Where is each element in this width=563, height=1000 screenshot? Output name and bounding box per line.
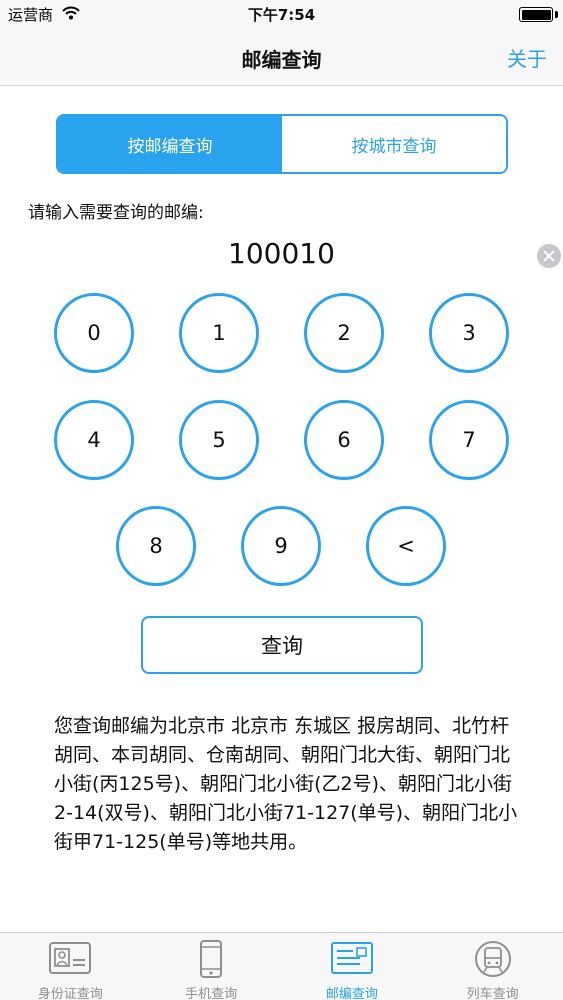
about-button[interactable]: 关于 xyxy=(507,43,547,72)
tab-phone-query[interactable]: 手机查询 xyxy=(141,933,282,1000)
segment-by-postcode[interactable]: 按邮编查询 xyxy=(58,116,282,172)
status-bar: 运营商 下午7:54 xyxy=(0,0,563,30)
result-text: 您查询邮编为北京市 北京市 东城区 报房胡同、北竹杆胡同、本司胡同、仓南胡同、朝… xyxy=(54,715,518,853)
key-8[interactable]: 8 xyxy=(116,506,196,586)
key-3[interactable]: 3 xyxy=(429,293,509,373)
key-5[interactable]: 5 xyxy=(179,400,259,480)
envelope-icon xyxy=(330,942,373,974)
id-card-icon xyxy=(49,942,92,974)
status-time: 下午7:54 xyxy=(247,6,316,24)
tab-label: 身份证查询 xyxy=(37,987,103,1000)
backspace-key[interactable]: < xyxy=(366,506,446,586)
query-button[interactable]: 查询 xyxy=(141,616,423,674)
clear-input-button[interactable] xyxy=(537,244,561,268)
battery-nub xyxy=(555,11,558,18)
tab-train-query[interactable]: 列车查询 xyxy=(422,933,563,1000)
tab-label: 手机查询 xyxy=(185,987,238,1000)
battery-icon xyxy=(519,7,553,22)
segment-by-city[interactable]: 按城市查询 xyxy=(282,116,506,172)
key-7[interactable]: 7 xyxy=(429,400,509,480)
tab-label: 邮编查询 xyxy=(325,987,378,1000)
input-prompt: 请输入需要查询的邮编: xyxy=(28,203,204,223)
key-6[interactable]: 6 xyxy=(304,400,384,480)
key-9[interactable]: 9 xyxy=(241,506,321,586)
phone-icon xyxy=(200,940,223,978)
key-0[interactable]: 0 xyxy=(54,293,134,373)
train-icon xyxy=(474,941,511,977)
search-mode-segmented-control: 按邮编查询 按城市查询 xyxy=(56,114,508,174)
tab-bar: 身份证查询 手机查询 邮编查询 列车查询 xyxy=(0,932,563,1000)
tab-postcode-query[interactable]: 邮编查询 xyxy=(282,933,423,1000)
tab-id-card-query[interactable]: 身份证查询 xyxy=(0,933,141,1000)
postcode-input[interactable]: 100010 xyxy=(0,237,563,270)
tab-label: 列车查询 xyxy=(466,987,519,1000)
nav-bar: 邮编查询 关于 xyxy=(0,30,563,86)
key-2[interactable]: 2 xyxy=(304,293,384,373)
key-1[interactable]: 1 xyxy=(179,293,259,373)
page-title: 邮编查询 xyxy=(241,48,322,72)
key-4[interactable]: 4 xyxy=(54,400,134,480)
